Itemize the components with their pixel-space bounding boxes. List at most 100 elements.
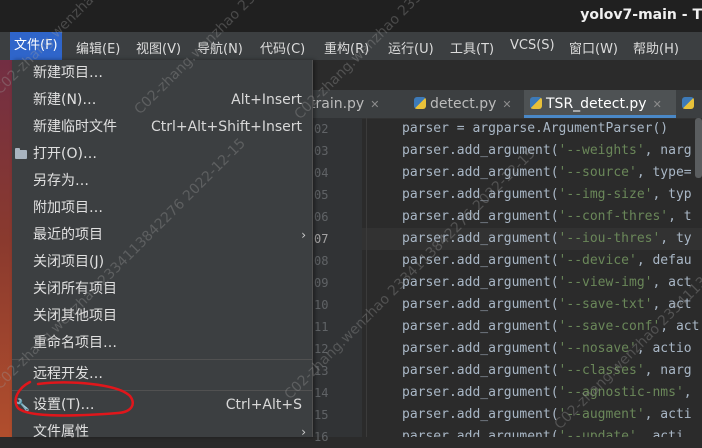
menu-item-close-project[interactable]: 关闭项目(J) bbox=[12, 249, 312, 276]
menu-navigate[interactable]: 导航(N) bbox=[197, 38, 243, 57]
tab-overflow[interactable] bbox=[682, 90, 702, 118]
menu-vcs[interactable]: VCS(S) bbox=[510, 38, 555, 53]
code-line[interactable]: parser.add_argument('--agnostic-nms', bbox=[362, 382, 702, 404]
editor-tab-bar: train.py ✕ detect.py ✕ TSR_detect.py ✕ bbox=[310, 90, 702, 119]
python-file-icon bbox=[414, 97, 426, 109]
menu-item-new-scratch[interactable]: 新建临时文件 Ctrl+Alt+Shift+Insert bbox=[12, 114, 312, 141]
code-line[interactable]: parser.add_argument('--save-conf', act bbox=[362, 316, 702, 338]
close-icon[interactable]: ✕ bbox=[502, 98, 511, 111]
tab-tsr-detect[interactable]: TSR_detect.py ✕ bbox=[524, 90, 676, 118]
title-bar: yolov7-main - T bbox=[0, 0, 702, 32]
menu-run[interactable]: 运行(U) bbox=[388, 38, 434, 57]
string-literal: '--update' bbox=[558, 429, 637, 437]
menu-bar: 文件(F) 编辑(E) 视图(V) 导航(N) 代码(C) 重构(R) 运行(U… bbox=[0, 32, 702, 60]
code-text: , act bbox=[652, 297, 692, 312]
code-line[interactable]: parser.add_argument('--classes', narg bbox=[362, 360, 702, 382]
line-number: 10 bbox=[314, 298, 329, 312]
menu-item-recent-projects[interactable]: 最近的项目 › bbox=[12, 222, 312, 249]
code-line[interactable]: parser.add_argument('--conf-thres', t bbox=[362, 206, 702, 228]
line-number: 05 bbox=[314, 188, 329, 202]
code-line[interactable]: parser.add_argument('--view-img', act bbox=[362, 272, 702, 294]
submenu-arrow-icon: › bbox=[301, 425, 306, 439]
menu-tools[interactable]: 工具(T) bbox=[450, 38, 494, 57]
menu-item-label: 关闭所有项目 bbox=[33, 281, 117, 297]
tab-train[interactable]: train.py ✕ bbox=[310, 90, 402, 118]
code-line[interactable]: parser.add_argument('--nosave', actio bbox=[362, 338, 702, 360]
code-line[interactable]: parser.add_argument('--img-size', typ bbox=[362, 184, 702, 206]
line-number-gutter: 02 03 04 05 06 07 08 09 10 11 12 13 14 1… bbox=[310, 118, 362, 444]
code-line[interactable]: parser.add_argument('--source', type= bbox=[362, 162, 702, 184]
code-text: , act bbox=[660, 319, 700, 334]
close-icon[interactable]: ✕ bbox=[653, 98, 662, 111]
menu-file[interactable]: 文件(F) bbox=[10, 32, 62, 60]
tab-detect[interactable]: detect.py ✕ bbox=[414, 90, 522, 118]
desktop-background bbox=[0, 0, 12, 437]
string-literal: '--augment' bbox=[558, 407, 645, 422]
menu-item-rename-project[interactable]: 重命名项目… bbox=[12, 330, 312, 357]
menu-item-label: 文件属性 bbox=[33, 424, 89, 440]
code-text: parser = argparse.ArgumentParser() bbox=[402, 121, 669, 136]
menu-item-remote-development[interactable]: 远程开发… bbox=[12, 361, 312, 388]
string-literal: '--conf-thres' bbox=[558, 209, 669, 224]
code-line[interactable]: parser.add_argument('--weights', narg bbox=[362, 140, 702, 162]
code-text: , type= bbox=[636, 165, 692, 180]
menu-item-save-as[interactable]: 另存为… bbox=[12, 168, 312, 195]
menu-item-label: 设置(T)… bbox=[33, 397, 95, 413]
line-number: 13 bbox=[314, 364, 329, 378]
menu-edit[interactable]: 编辑(E) bbox=[76, 38, 120, 57]
code-line[interactable]: parser.add_argument('--augment', acti bbox=[362, 404, 702, 426]
menu-view[interactable]: 视图(V) bbox=[136, 38, 181, 57]
menu-item-attach-project[interactable]: 附加项目… bbox=[12, 195, 312, 222]
menu-refactor[interactable]: 重构(R) bbox=[324, 38, 369, 57]
menu-item-close-other-projects[interactable]: 关闭其他项目 bbox=[12, 303, 312, 330]
wrench-icon: 🔧 bbox=[15, 398, 30, 412]
string-literal: '--view-img' bbox=[558, 275, 653, 290]
code-text: , t bbox=[668, 209, 692, 224]
editor-area: train.py ✕ detect.py ✕ TSR_detect.py ✕ 02 0… bbox=[310, 60, 702, 444]
menu-item-new[interactable]: 新建(N)… Alt+Insert bbox=[12, 87, 312, 114]
string-literal: '--agnostic-nms' bbox=[558, 385, 684, 400]
string-literal: '--device' bbox=[558, 253, 637, 268]
code-text: , acti bbox=[644, 407, 692, 422]
string-literal: '--save-conf' bbox=[558, 319, 661, 334]
string-literal: '--nosave' bbox=[558, 341, 637, 356]
line-number: 11 bbox=[314, 320, 329, 334]
code-text: , typ bbox=[652, 187, 692, 202]
code-line[interactable]: parser.add_argument('--device', defau bbox=[362, 250, 702, 272]
menu-item-open[interactable]: 打开(O)… bbox=[12, 141, 312, 168]
code-line[interactable]: parser.add_argument('--update', acti bbox=[362, 426, 702, 437]
line-number: 07 bbox=[314, 232, 329, 246]
code-text: , ty bbox=[660, 231, 692, 246]
menu-window[interactable]: 窗口(W) bbox=[569, 38, 618, 57]
code-text: parser.add_argument( bbox=[402, 385, 559, 400]
code-text: parser.add_argument( bbox=[402, 341, 559, 356]
menu-item-label: 打开(O)… bbox=[33, 146, 97, 162]
menu-item-label: 新建临时文件 bbox=[33, 119, 117, 135]
code-editor[interactable]: parser = argparse.ArgumentParser() parse… bbox=[362, 118, 702, 437]
code-text: parser.add_argument( bbox=[402, 253, 559, 268]
string-literal: '--iou-thres' bbox=[558, 231, 661, 246]
menu-code[interactable]: 代码(C) bbox=[260, 38, 305, 57]
menu-item-close-all-projects[interactable]: 关闭所有项目 bbox=[12, 276, 312, 303]
code-line[interactable]: parser = argparse.ArgumentParser() bbox=[362, 118, 702, 140]
menu-item-new-project[interactable]: 新建项目… bbox=[12, 60, 312, 87]
line-number: 16 bbox=[314, 430, 329, 444]
python-file-icon bbox=[682, 97, 694, 109]
close-icon[interactable]: ✕ bbox=[370, 98, 379, 111]
menu-help[interactable]: 帮助(H) bbox=[633, 38, 679, 57]
code-text: parser.add_argument( bbox=[402, 363, 559, 378]
code-text: parser.add_argument( bbox=[402, 143, 559, 158]
menu-item-settings[interactable]: 🔧 设置(T)… Ctrl+Alt+S bbox=[12, 392, 312, 419]
string-literal: '--weights' bbox=[558, 143, 645, 158]
string-literal: '--source' bbox=[558, 165, 637, 180]
string-literal: '--img-size' bbox=[558, 187, 653, 202]
menu-item-file-properties[interactable]: 文件属性 › bbox=[12, 419, 312, 446]
code-line-current[interactable]: parser.add_argument('--iou-thres', ty bbox=[362, 228, 702, 250]
line-number: 02 bbox=[314, 122, 329, 136]
menu-item-label: 关闭项目(J) bbox=[33, 254, 105, 270]
editor-scrollbar[interactable] bbox=[695, 118, 702, 178]
code-line[interactable]: parser.add_argument('--save-txt', act bbox=[362, 294, 702, 316]
line-number: 04 bbox=[314, 166, 329, 180]
menu-item-label: 新建(N)… bbox=[33, 92, 97, 108]
line-number: 14 bbox=[314, 386, 329, 400]
